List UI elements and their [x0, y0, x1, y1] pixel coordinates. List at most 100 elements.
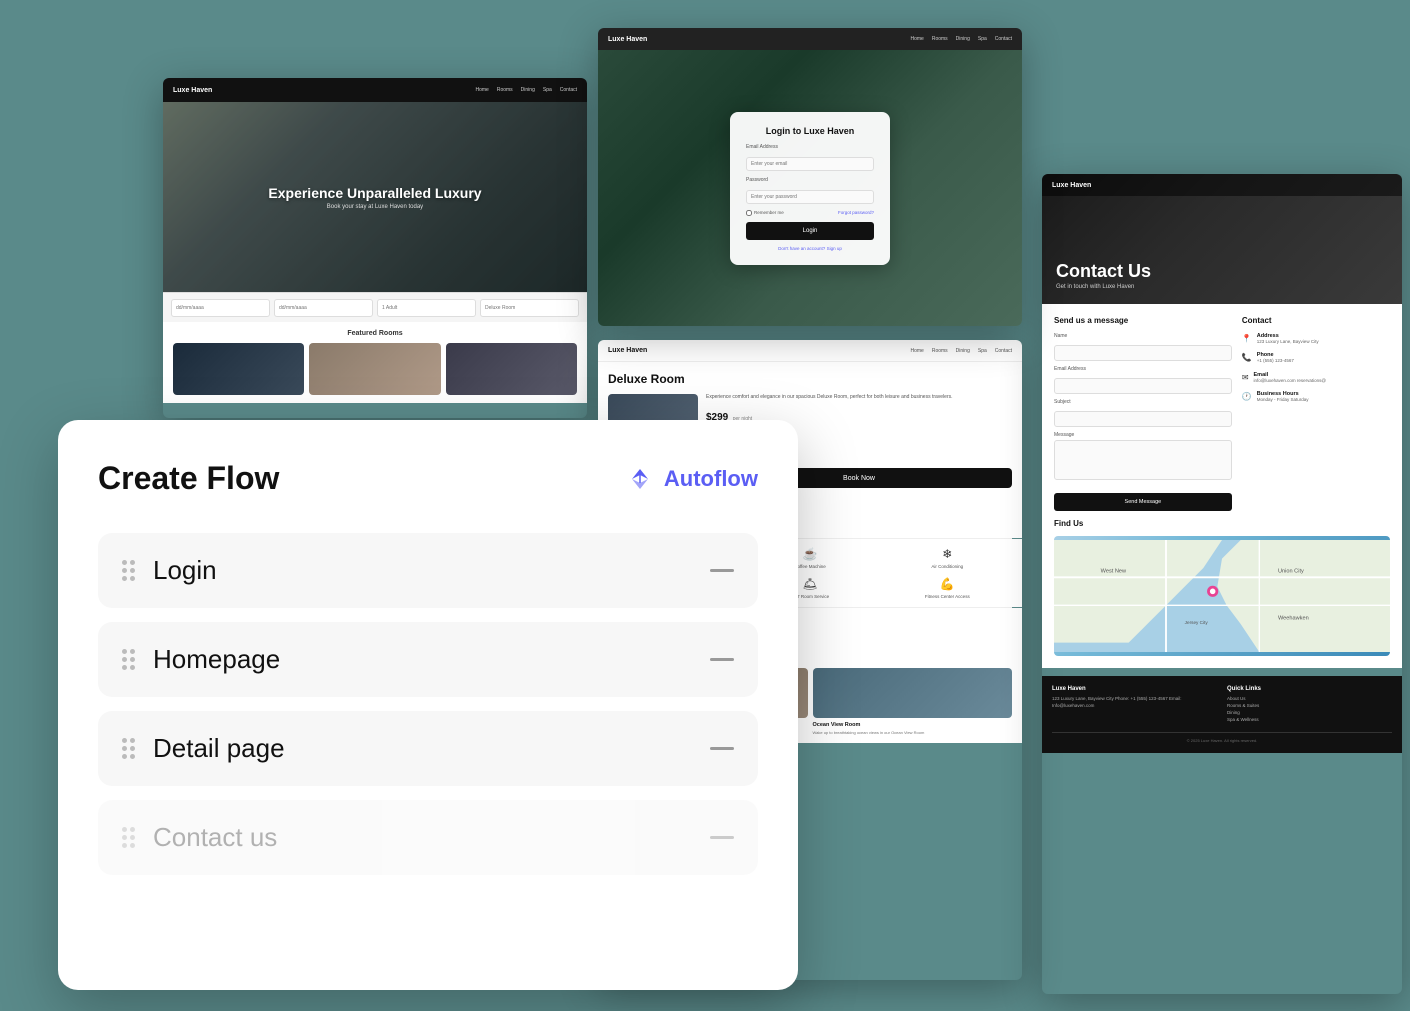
- bottom-ocean-room: Ocean View Room Wake up to breathtaking …: [813, 668, 1013, 735]
- footer-grid: Luxe Haven 123 Luxury Lane, Bayview City…: [1052, 686, 1392, 724]
- homepage-hero: Experience Unparalleled Luxury Book your…: [163, 102, 587, 292]
- login-hero-bg: Login to Luxe Haven Email Address Passwo…: [598, 50, 1022, 326]
- homepage-navbar: Luxe Haven Home Rooms Dining Spa Contact: [163, 78, 587, 102]
- contact-navbar: Luxe Haven: [1042, 174, 1402, 196]
- signup-prompt: Don't have an account? Sign up: [746, 246, 874, 251]
- contact-hours: 🕐 Business Hours Monday - Friday Saturda…: [1242, 391, 1390, 403]
- flow-item-login[interactable]: Login: [98, 533, 758, 608]
- autoflow-label: Autoflow: [664, 466, 758, 492]
- form-message-label: Message: [1054, 432, 1232, 438]
- checkout-field[interactable]: [274, 299, 373, 317]
- address-value: 123 Luxury Lane, Bayview City: [1257, 339, 1319, 345]
- password-label: Password: [746, 177, 874, 183]
- homepage-brand: Luxe Haven: [173, 87, 212, 94]
- detail-navbar: Luxe Haven Home Rooms Dining Spa Contact: [598, 340, 1022, 362]
- screenshot-contact: Luxe Haven Contact Us Get in touch with …: [1042, 174, 1402, 994]
- nav-spa: Spa: [543, 87, 552, 93]
- autoflow-icon: [624, 463, 656, 495]
- flow-item-collapse-detail[interactable]: [710, 747, 734, 750]
- homepage-nav-links: Home Rooms Dining Spa Contact: [475, 87, 577, 93]
- homepage-hero-title: Experience Unparalleled Luxury: [268, 185, 481, 201]
- drag-handle-detail: [122, 738, 135, 759]
- detail-room-title: Deluxe Room: [608, 372, 1012, 386]
- contact-hero-title: Contact Us: [1056, 261, 1151, 282]
- email-input[interactable]: [746, 157, 874, 171]
- contact-form-section: Send us a message Name Email Address Sub…: [1054, 316, 1232, 511]
- screenshot-login: Luxe Haven Home Rooms Dining Spa Contact…: [598, 28, 1022, 326]
- room-card-3[interactable]: [446, 343, 577, 395]
- flow-item-collapse-homepage[interactable]: [710, 658, 734, 661]
- email-contact-value: info@luxehaven.com reservations@: [1254, 378, 1326, 384]
- business-value: Monday - Friday Saturday: [1257, 397, 1309, 403]
- form-name-input[interactable]: [1054, 345, 1232, 361]
- contact-hero-sub: Get in touch with Luxe Haven: [1056, 284, 1134, 290]
- email-icon: ✉: [1242, 373, 1249, 382]
- rooms-grid: [173, 343, 577, 395]
- drag-handle-contact: [122, 827, 135, 848]
- footer-link-dining[interactable]: Dining: [1227, 710, 1392, 715]
- remember-me: Remember me: [746, 210, 784, 216]
- login-brand: Luxe Haven: [608, 36, 647, 43]
- location-icon: 📍: [1242, 334, 1252, 343]
- footer-address-text: 123 Luxury Lane, Bayview City Phone: +1 …: [1052, 696, 1217, 710]
- flow-item-label-homepage: Homepage: [153, 644, 710, 675]
- map-section[interactable]: West New Union City Jersey City Weehawke…: [1054, 536, 1390, 656]
- detail-brand: Luxe Haven: [608, 347, 647, 354]
- form-email-input[interactable]: [1054, 378, 1232, 394]
- autoflow-brand: Autoflow: [624, 463, 758, 495]
- login-options: Remember me Forgot password?: [746, 210, 874, 216]
- footer-links-title: Quick Links: [1227, 686, 1392, 692]
- svg-text:Weehawken: Weehawken: [1278, 615, 1309, 621]
- footer-link-rooms[interactable]: Rooms & Suites: [1227, 703, 1392, 708]
- password-input[interactable]: [746, 190, 874, 204]
- footer-brand-title: Luxe Haven: [1052, 686, 1217, 692]
- footer-link-spa[interactable]: Spa & Wellness: [1227, 717, 1392, 722]
- flow-item-label-login: Login: [153, 555, 710, 586]
- nav-contact: Contact: [560, 87, 577, 93]
- form-subject-input[interactable]: [1054, 411, 1232, 427]
- form-message-input[interactable]: [1054, 440, 1232, 480]
- drag-handle-homepage: [122, 649, 135, 670]
- nav-dining: Dining: [521, 87, 535, 93]
- footer-link-about[interactable]: About Us: [1227, 696, 1392, 701]
- login-title: Login to Luxe Haven: [746, 126, 874, 136]
- featured-rooms-title: Featured Rooms: [173, 330, 577, 337]
- contact-email: ✉ Email info@luxehaven.com reservations@: [1242, 372, 1390, 384]
- flow-item-collapse-contact[interactable]: [710, 836, 734, 839]
- footer-links-col: Quick Links About Us Rooms & Suites Dini…: [1227, 686, 1392, 724]
- send-message-button[interactable]: Send Message: [1054, 493, 1232, 511]
- flow-item-label-detail: Detail page: [153, 733, 710, 764]
- phone-value: +1 (555) 123-4567: [1257, 358, 1294, 364]
- login-card: Login to Luxe Haven Email Address Passwo…: [730, 112, 890, 265]
- room-card-2[interactable]: [309, 343, 440, 395]
- email-label: Email Address: [746, 144, 874, 150]
- room-type-field[interactable]: [480, 299, 579, 317]
- clock-icon: 🕐: [1242, 392, 1252, 401]
- homepage-hero-subtitle: Book your stay at Luxe Haven today: [268, 204, 481, 210]
- flow-item-collapse-login[interactable]: [710, 569, 734, 572]
- guests-field[interactable]: [377, 299, 476, 317]
- forgot-password[interactable]: Forgot password?: [838, 210, 874, 215]
- contact-footer: Luxe Haven 123 Luxury Lane, Bayview City…: [1042, 676, 1402, 753]
- nav-home: Home: [475, 87, 488, 93]
- homepage-search-bar: [163, 292, 587, 322]
- contact-info-section: Contact 📍 Address 123 Luxury Lane, Bayvi…: [1242, 316, 1390, 511]
- contacts-title: Contact: [1242, 316, 1390, 325]
- flow-item-detail[interactable]: Detail page: [98, 711, 758, 786]
- svg-text:Jersey City: Jersey City: [1185, 620, 1209, 625]
- flow-item-contact[interactable]: Contact us: [98, 800, 758, 875]
- ocean-room-image: [813, 668, 1013, 718]
- phone-icon: 📞: [1242, 353, 1252, 362]
- room-card-1[interactable]: [173, 343, 304, 395]
- contact-hero: Luxe Haven Contact Us Get in touch with …: [1042, 174, 1402, 304]
- find-us-title: Find Us: [1054, 519, 1390, 528]
- contact-brand: Luxe Haven: [1052, 182, 1091, 189]
- flow-item-homepage[interactable]: Homepage: [98, 622, 758, 697]
- detail-room-desc: Experience comfort and elegance in our s…: [706, 394, 1012, 401]
- contact-address: 📍 Address 123 Luxury Lane, Bayview City: [1242, 333, 1390, 345]
- amenity-ac: ❄ Air Conditioning: [883, 547, 1012, 569]
- screenshot-homepage: Luxe Haven Home Rooms Dining Spa Contact…: [163, 78, 587, 418]
- checkin-field[interactable]: [171, 299, 270, 317]
- login-button[interactable]: Login: [746, 222, 874, 240]
- homepage-rooms: Featured Rooms: [163, 322, 587, 403]
